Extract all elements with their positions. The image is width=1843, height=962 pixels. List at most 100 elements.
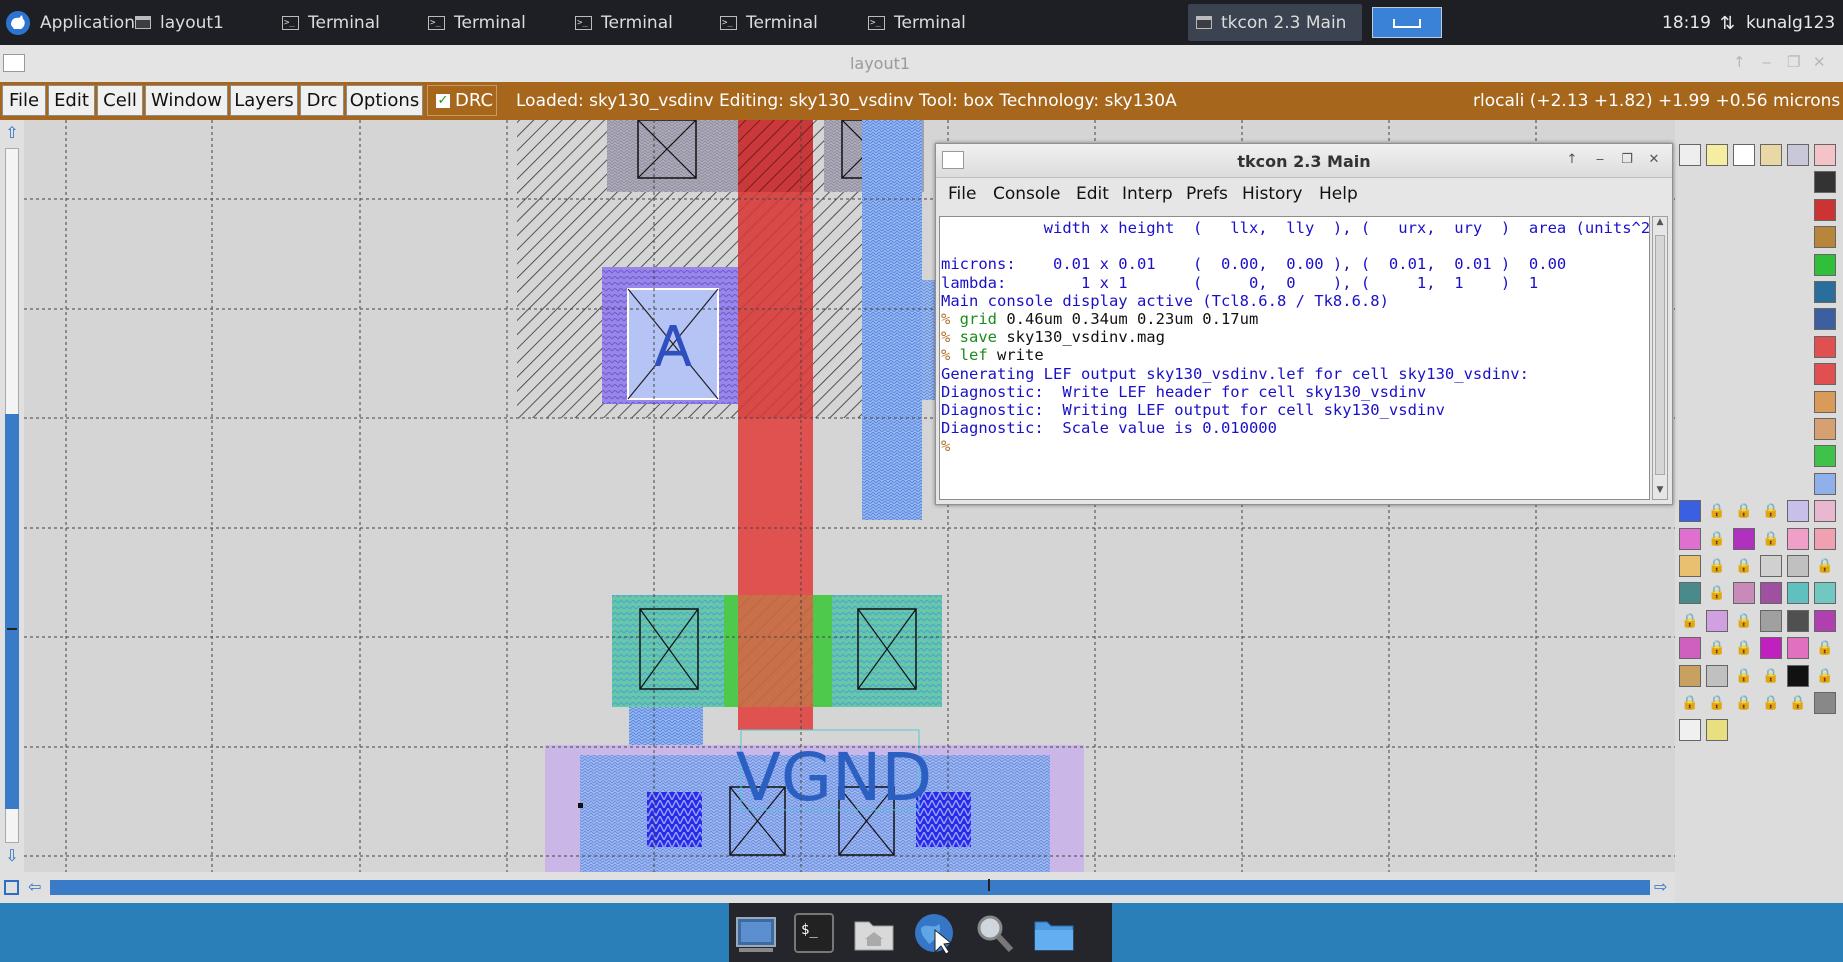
layer-swatch[interactable] xyxy=(1814,582,1836,605)
scroll-up-icon[interactable]: ▲ xyxy=(1653,217,1667,231)
menu-drc[interactable]: Drc xyxy=(300,85,344,116)
layer-swatch[interactable] xyxy=(1787,144,1809,166)
maximize-up-icon[interactable]: ↑ xyxy=(1562,150,1582,170)
lock-icon[interactable]: 🔒 xyxy=(1706,692,1728,714)
lock-icon[interactable]: 🔒 xyxy=(1706,528,1728,550)
layer-swatch[interactable] xyxy=(1733,582,1755,605)
menu-window[interactable]: Window xyxy=(145,85,228,116)
tk-menu-file[interactable]: File xyxy=(948,184,976,204)
restore-icon[interactable]: ❐ xyxy=(1617,150,1637,170)
task-terminal-4[interactable]: >_ Terminal xyxy=(720,4,818,41)
layer-swatch[interactable] xyxy=(1787,527,1809,550)
tk-menu-prefs[interactable]: Prefs xyxy=(1186,184,1228,204)
layer-swatch[interactable] xyxy=(1814,609,1836,632)
user-menu[interactable]: kunalg123 xyxy=(1746,4,1835,41)
file-manager-icon[interactable] xyxy=(1031,910,1077,956)
layer-swatch[interactable] xyxy=(1706,664,1728,687)
layer-swatch[interactable] xyxy=(1706,609,1728,632)
layer-swatch[interactable] xyxy=(1814,335,1836,358)
maximize-up-icon[interactable]: ↑ xyxy=(1733,53,1746,71)
vertical-scrollbar[interactable]: ⇧ ⇩ xyxy=(0,120,24,878)
task-terminal-1[interactable]: >_ Terminal xyxy=(282,4,380,41)
layer-swatch[interactable] xyxy=(1814,144,1836,166)
menu-options[interactable]: Options xyxy=(346,85,423,116)
layer-swatch[interactable] xyxy=(1814,281,1836,303)
lock-icon[interactable]: 🔒 xyxy=(1733,692,1755,714)
layer-swatch[interactable] xyxy=(1814,500,1836,523)
layer-swatch[interactable] xyxy=(1814,390,1836,413)
task-terminal-2[interactable]: >_ Terminal xyxy=(428,4,526,41)
lock-icon[interactable]: 🔒 xyxy=(1760,692,1782,714)
lock-icon[interactable]: 🔒 xyxy=(1679,610,1701,632)
tk-menu-history[interactable]: History xyxy=(1242,184,1302,204)
layer-swatch[interactable] xyxy=(1814,253,1836,276)
tk-menu-edit[interactable]: Edit xyxy=(1076,184,1109,204)
task-terminal-5[interactable]: >_ Terminal xyxy=(868,4,966,41)
layer-swatch[interactable] xyxy=(1814,363,1836,386)
web-browser-icon[interactable] xyxy=(911,910,957,956)
tk-menu-help[interactable]: Help xyxy=(1319,184,1358,204)
close-icon[interactable]: ✕ xyxy=(1813,53,1826,71)
menu-edit[interactable]: Edit xyxy=(48,85,95,116)
scroll-thumb[interactable] xyxy=(1655,235,1665,475)
terminal-icon[interactable]: $_ xyxy=(791,910,837,956)
lock-icon[interactable]: 🔒 xyxy=(1679,692,1701,714)
layer-swatch[interactable] xyxy=(1787,637,1809,660)
task-layout1[interactable]: layout1 xyxy=(135,4,224,41)
magic-title-bar[interactable]: layout1 ↑ ‒ ❐ ✕ xyxy=(0,45,1843,83)
clock[interactable]: 18:19 xyxy=(1662,4,1711,41)
scroll-right-icon[interactable]: ⇨ xyxy=(1654,877,1667,896)
layer-swatch[interactable] xyxy=(1814,418,1836,440)
layer-swatch[interactable] xyxy=(1814,527,1836,550)
tkcon-title-bar[interactable]: tkcon 2.3 Main ↑ ‒ ❐ ✕ xyxy=(936,144,1672,178)
layer-swatch[interactable] xyxy=(1733,527,1755,550)
layer-swatch[interactable] xyxy=(1787,500,1809,523)
layer-swatch[interactable] xyxy=(1814,692,1836,714)
layer-swatch[interactable] xyxy=(1787,555,1809,577)
lock-icon[interactable]: 🔒 xyxy=(1733,637,1755,659)
horizontal-scrollbar[interactable]: ⇦ ⇨ xyxy=(0,872,1675,903)
show-desktop-icon[interactable] xyxy=(733,910,779,956)
drc-toggle[interactable]: ✓ DRC xyxy=(427,85,497,116)
scroll-up-icon[interactable]: ⇧ xyxy=(3,124,21,142)
layer-swatch[interactable] xyxy=(1760,637,1782,660)
layer-swatch[interactable] xyxy=(1679,637,1701,660)
task-terminal-3[interactable]: >_ Terminal xyxy=(575,4,673,41)
lock-icon[interactable]: 🔒 xyxy=(1733,610,1755,632)
home-folder-icon[interactable] xyxy=(851,910,897,956)
layer-swatch[interactable] xyxy=(1706,144,1728,166)
layer-swatch[interactable] xyxy=(1679,500,1701,523)
scroll-thumb[interactable] xyxy=(50,880,1650,895)
network-transfer-icon[interactable]: ⇅ xyxy=(1720,13,1735,34)
workspace-switcher[interactable] xyxy=(1372,7,1442,38)
layer-swatch[interactable] xyxy=(1814,198,1836,221)
layer-swatch[interactable] xyxy=(1760,555,1782,577)
lock-icon[interactable]: 🔒 xyxy=(1706,500,1728,522)
tkcon-scrollbar[interactable]: ▲ ▼ xyxy=(1652,216,1668,500)
scroll-thumb[interactable] xyxy=(5,414,19,809)
minimize-icon[interactable]: ‒ xyxy=(1762,53,1772,71)
layer-swatch[interactable] xyxy=(1679,664,1701,687)
minimize-icon[interactable]: ‒ xyxy=(1590,150,1610,170)
layer-swatch[interactable] xyxy=(1814,308,1836,331)
layer-swatch[interactable] xyxy=(1733,144,1755,166)
layer-swatch[interactable] xyxy=(1814,445,1836,468)
layer-swatch[interactable] xyxy=(1679,582,1701,605)
close-icon[interactable]: ✕ xyxy=(1644,150,1664,170)
search-icon[interactable] xyxy=(971,910,1017,956)
layer-swatch[interactable] xyxy=(1679,144,1701,166)
layer-swatch[interactable] xyxy=(1679,719,1701,742)
lock-icon[interactable]: 🔒 xyxy=(1760,665,1782,687)
lock-icon[interactable]: 🔒 xyxy=(1733,665,1755,687)
layer-swatch[interactable] xyxy=(1679,527,1701,550)
lock-icon[interactable]: 🔒 xyxy=(1733,555,1755,577)
layer-swatch[interactable] xyxy=(1787,664,1809,687)
lock-icon[interactable]: 🔒 xyxy=(1733,500,1755,522)
lock-icon[interactable]: 🔒 xyxy=(1706,637,1728,659)
lock-icon[interactable]: 🔒 xyxy=(1814,637,1836,659)
zoom-box-icon[interactable] xyxy=(4,880,19,895)
layer-swatch[interactable] xyxy=(1760,609,1782,632)
restore-icon[interactable]: ❐ xyxy=(1787,53,1800,71)
task-tkcon[interactable]: tkcon 2.3 Main xyxy=(1188,4,1363,41)
layer-swatch[interactable] xyxy=(1760,582,1782,605)
